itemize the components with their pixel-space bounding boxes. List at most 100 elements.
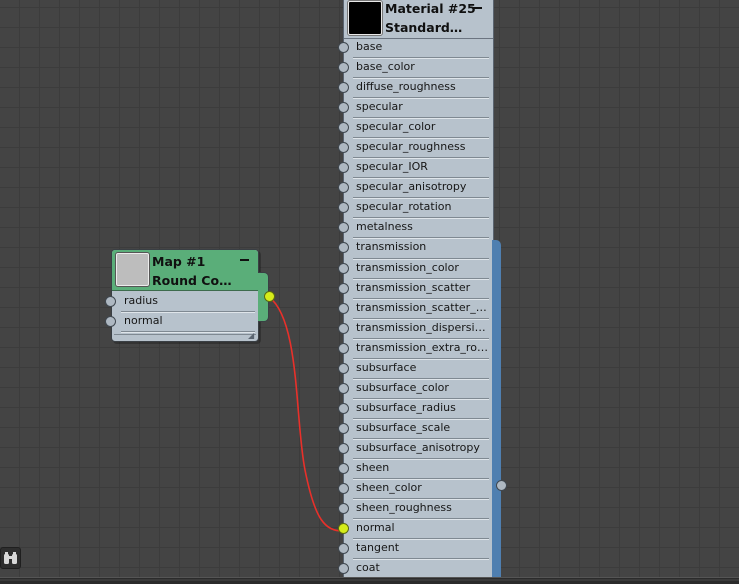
input-socket[interactable]: [338, 102, 349, 114]
input-slot-base-color[interactable]: base_color: [338, 58, 493, 79]
input-socket[interactable]: [338, 322, 349, 334]
input-slot-base[interactable]: base: [338, 38, 493, 59]
input-slot-specular-rotation[interactable]: specular_rotation: [338, 198, 493, 219]
input-socket[interactable]: [338, 142, 349, 154]
map-output-socket[interactable]: [264, 291, 275, 302]
resize-grip-icon[interactable]: ◢: [248, 332, 256, 340]
input-slot-subsurface-anisotropy[interactable]: subsurface_anisotropy: [338, 439, 493, 459]
input-label: specular_roughness: [356, 140, 466, 154]
input-slot-transmission-dispersion[interactable]: transmission_dispersion: [338, 319, 493, 339]
input-slot-subsurface-scale[interactable]: subsurface_scale: [338, 419, 493, 439]
input-socket[interactable]: [338, 402, 349, 414]
input-socket[interactable]: [338, 442, 349, 454]
connection-wire[interactable]: [268, 296, 344, 532]
input-label: transmission_extra_roug…: [356, 340, 488, 354]
input-label: specular_IOR: [356, 160, 428, 174]
input-slot-transmission-color[interactable]: transmission_color: [338, 259, 493, 279]
input-socket[interactable]: [338, 382, 349, 394]
map-preview-swatch[interactable]: [116, 253, 149, 286]
input-slot-transmission-scatter-ani[interactable]: transmission_scatter_ani…: [338, 299, 493, 319]
input-socket[interactable]: [338, 523, 349, 535]
input-label: transmission: [356, 240, 427, 254]
material-output-socket[interactable]: [496, 480, 507, 491]
input-socket[interactable]: [338, 122, 349, 134]
input-label: subsurface_color: [356, 380, 449, 394]
input-socket[interactable]: [338, 483, 349, 495]
input-socket[interactable]: [338, 62, 349, 74]
input-label: specular_anisotropy: [356, 180, 467, 194]
input-label: subsurface_scale: [356, 420, 451, 434]
input-label: base: [356, 40, 383, 53]
input-slot-specular-roughness[interactable]: specular_roughness: [338, 138, 493, 159]
input-slot-sheen[interactable]: sheen: [338, 459, 493, 480]
input-socket[interactable]: [338, 82, 349, 94]
map-node-header[interactable]: Map #1 Round Co…: [112, 250, 258, 291]
input-slot-metalness[interactable]: metalness: [338, 218, 493, 239]
input-socket[interactable]: [338, 462, 349, 474]
input-label: normal: [356, 521, 395, 535]
input-slot-sheen-roughness[interactable]: sheen_roughness: [338, 499, 493, 520]
input-socket[interactable]: [338, 222, 349, 234]
input-slot-specular-color[interactable]: specular_color: [338, 118, 493, 139]
input-socket[interactable]: [338, 242, 349, 254]
material-preview-swatch[interactable]: [348, 1, 382, 35]
input-socket[interactable]: [338, 42, 349, 53]
input-label: sheen_roughness: [356, 501, 452, 515]
map-node-footer: [114, 334, 256, 339]
input-label: specular_color: [356, 120, 436, 134]
input-label: subsurface: [356, 360, 417, 374]
input-slot-subsurface-color[interactable]: subsurface_color: [338, 379, 493, 399]
minimize-icon[interactable]: [240, 259, 249, 261]
input-slot-specular-ior[interactable]: specular_IOR: [338, 158, 493, 179]
material-node[interactable]: Material #25 Standard… base base_colordif…: [338, 0, 494, 583]
map-node-title: Map #1: [152, 254, 206, 269]
input-socket[interactable]: [338, 262, 349, 274]
input-slot-diffuse-roughness[interactable]: diffuse_roughness: [338, 78, 493, 99]
input-slot-specular-anisotropy[interactable]: specular_anisotropy: [338, 178, 493, 199]
input-label: transmission_scatter_ani…: [356, 300, 488, 314]
input-slot-transmission-extra-roug[interactable]: transmission_extra_roug…: [338, 339, 493, 359]
material-node-title: Material #25: [385, 1, 476, 16]
input-label: specular: [356, 100, 403, 114]
material-output-strip: [492, 240, 501, 583]
input-socket[interactable]: [338, 302, 349, 314]
input-slot-normal[interactable]: normal: [105, 312, 258, 332]
input-socket[interactable]: [105, 316, 116, 327]
input-slot-specular[interactable]: specular: [338, 98, 493, 119]
input-socket[interactable]: [338, 503, 349, 515]
input-label: diffuse_roughness: [356, 80, 456, 94]
input-slot-subsurface-radius[interactable]: subsurface_radius: [338, 399, 493, 419]
input-slot-sheen-color[interactable]: sheen_color: [338, 479, 493, 500]
minimize-icon[interactable]: [473, 7, 482, 9]
input-socket[interactable]: [338, 543, 349, 555]
input-socket[interactable]: [338, 563, 349, 575]
input-socket[interactable]: [338, 342, 349, 354]
binoculars-icon[interactable]: [0, 547, 21, 569]
input-label: transmission_dispersion: [356, 320, 488, 334]
input-label: base_color: [356, 60, 415, 74]
input-label: radius: [124, 294, 159, 307]
input-slot-tangent[interactable]: tangent: [338, 539, 493, 560]
input-label: tangent: [356, 541, 400, 555]
map-node[interactable]: Map #1 Round Co… radius normal ◢: [105, 249, 259, 342]
input-socket[interactable]: [338, 422, 349, 434]
input-socket[interactable]: [105, 296, 116, 307]
input-socket[interactable]: [338, 202, 349, 214]
input-socket[interactable]: [338, 182, 349, 194]
input-label: subsurface_anisotropy: [356, 440, 480, 454]
input-label: transmission_scatter: [356, 280, 471, 294]
input-slot-subsurface[interactable]: subsurface: [338, 359, 493, 379]
map-node-type: Round Co…: [152, 273, 232, 288]
input-socket[interactable]: [338, 282, 349, 294]
input-label: transmission_color: [356, 260, 459, 274]
input-socket[interactable]: [338, 162, 349, 174]
input-label: subsurface_radius: [356, 400, 456, 414]
input-socket[interactable]: [338, 362, 349, 374]
input-slot-transmission-scatter[interactable]: transmission_scatter: [338, 279, 493, 299]
input-label: metalness: [356, 220, 413, 234]
input-slot-normal[interactable]: normal: [338, 519, 493, 540]
input-slot-radius[interactable]: radius: [105, 292, 258, 312]
material-node-header[interactable]: Material #25 Standard…: [344, 0, 493, 39]
input-label: sheen: [356, 460, 390, 474]
input-slot-transmission[interactable]: transmission: [338, 238, 493, 259]
